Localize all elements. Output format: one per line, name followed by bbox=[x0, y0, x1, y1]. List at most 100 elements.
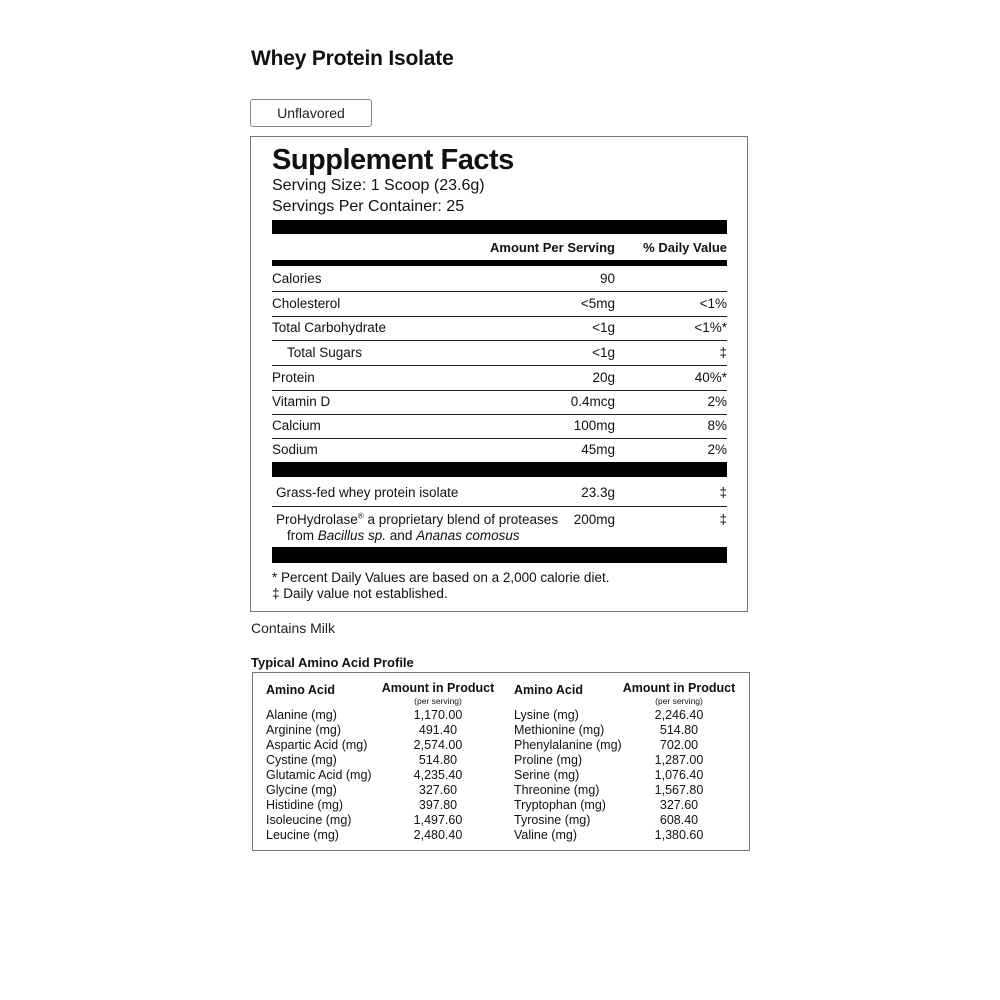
nutrient-daily-value: 2% bbox=[707, 394, 727, 409]
divider-bar bbox=[272, 462, 727, 477]
amount-in-product-header: Amount in Product bbox=[622, 681, 736, 695]
amino-value: 491.40 bbox=[418, 723, 458, 737]
servings-per-container: Servings Per Container: 25 bbox=[272, 198, 465, 215]
per-serving-subheader: (per serving) bbox=[655, 696, 703, 706]
nutrient-name: Total Sugars bbox=[287, 345, 363, 360]
amino-name: Valine (mg) bbox=[514, 828, 577, 842]
divider-bar bbox=[272, 220, 727, 234]
amount-per-serving-header: Amount Per Serving bbox=[490, 240, 615, 255]
amino-name: Proline (mg) bbox=[514, 753, 583, 767]
amino-value: 1,076.40 bbox=[654, 768, 704, 782]
nutrient-row: Protein 20g 40%* bbox=[272, 366, 727, 391]
divider-bar bbox=[272, 260, 727, 266]
nutrient-row: Calories 90 bbox=[272, 267, 727, 292]
nutrient-daily-value: <1% bbox=[699, 296, 727, 311]
amino-name: Cystine (mg) bbox=[266, 753, 337, 767]
supplement-facts-title: Supplement Facts bbox=[272, 144, 514, 176]
footnote-not-established: ‡ Daily value not established. bbox=[272, 586, 448, 601]
nutrient-amount: 100mg bbox=[573, 418, 615, 433]
amino-name: Alanine (mg) bbox=[266, 708, 337, 722]
amino-name: Arginine (mg) bbox=[266, 723, 342, 737]
row-divider bbox=[272, 506, 727, 507]
amino-value: 1,497.60 bbox=[413, 813, 463, 827]
amino-value: 608.40 bbox=[659, 813, 699, 827]
amino-name: Methionine (mg) bbox=[514, 723, 605, 737]
blend-amount: 200mg bbox=[573, 512, 615, 527]
nutrient-name: Calories bbox=[272, 271, 322, 286]
nutrient-name: Calcium bbox=[272, 418, 321, 433]
blend-sources: from Bacillus sp. and Ananas comosus bbox=[287, 528, 520, 543]
amino-acid-header: Amino Acid bbox=[266, 683, 335, 697]
nutrient-amount: 0.4mcg bbox=[570, 394, 615, 409]
nutrient-daily-value: 8% bbox=[707, 418, 727, 433]
amino-value: 702.00 bbox=[659, 738, 699, 752]
amino-name: Glycine (mg) bbox=[266, 783, 337, 797]
amount-in-product-header: Amount in Product bbox=[381, 681, 495, 695]
nutrient-name: Total Carbohydrate bbox=[272, 320, 387, 335]
nutrient-amount: <5mg bbox=[580, 296, 615, 311]
amino-value: 1,287.00 bbox=[654, 753, 704, 767]
blend-description: a proprietary blend of proteases bbox=[363, 512, 559, 527]
nutrient-row: Sodium 45mg 2% bbox=[272, 438, 727, 463]
blend-name: ProHydrolase® a proprietary blend of pro… bbox=[276, 512, 558, 527]
nutrient-amount: 45mg bbox=[581, 442, 615, 457]
blend-sources-prefix: from bbox=[287, 528, 318, 543]
amino-name: Aspartic Acid (mg) bbox=[266, 738, 368, 752]
amino-name: Phenylalanine (mg) bbox=[514, 738, 622, 752]
nutrient-amount: 90 bbox=[599, 271, 615, 286]
amino-value: 1,380.60 bbox=[654, 828, 704, 842]
amino-name: Tryptophan (mg) bbox=[514, 798, 606, 812]
nutrient-daily-value: 2% bbox=[707, 442, 727, 457]
amino-profile-title: Typical Amino Acid Profile bbox=[251, 655, 414, 670]
amino-name: Leucine (mg) bbox=[266, 828, 339, 842]
divider-bar bbox=[272, 547, 727, 563]
amino-value: 514.80 bbox=[418, 753, 458, 767]
amino-value: 514.80 bbox=[659, 723, 699, 737]
nutrient-daily-value: ‡ bbox=[719, 345, 727, 360]
amino-name: Serine (mg) bbox=[514, 768, 580, 782]
amino-name: Threonine (mg) bbox=[514, 783, 600, 797]
daily-value-header: % Daily Value bbox=[643, 240, 727, 255]
product-title: Whey Protein Isolate bbox=[251, 47, 454, 70]
nutrient-row: Total Sugars <1g ‡ bbox=[272, 341, 727, 366]
amino-acid-table: Amino Acid Amount in Product (per servin… bbox=[252, 672, 750, 851]
nutrient-daily-value: <1%* bbox=[694, 320, 727, 335]
nutrient-name: Cholesterol bbox=[272, 296, 341, 311]
amino-value: 397.80 bbox=[418, 798, 458, 812]
supplement-facts-panel: Supplement Facts Serving Size: 1 Scoop (… bbox=[250, 136, 748, 612]
amino-name: Histidine (mg) bbox=[266, 798, 344, 812]
blend-brand-name: ProHydrolase bbox=[276, 512, 358, 527]
flavor-option-button[interactable]: Unflavored bbox=[250, 99, 372, 127]
ingredient-name: Grass-fed whey protein isolate bbox=[276, 485, 459, 500]
nutrient-name: Protein bbox=[272, 370, 315, 385]
footnote-daily-values: * Percent Daily Values are based on a 2,… bbox=[272, 570, 610, 585]
amino-value: 4,235.40 bbox=[413, 768, 463, 782]
allergen-statement: Contains Milk bbox=[251, 620, 336, 636]
amino-value: 2,246.40 bbox=[654, 708, 704, 722]
amino-value: 327.60 bbox=[659, 798, 699, 812]
amino-value: 1,567.80 bbox=[654, 783, 704, 797]
nutrient-amount: <1g bbox=[592, 345, 615, 360]
serving-size: Serving Size: 1 Scoop (23.6g) bbox=[272, 177, 485, 194]
nutrient-row: Vitamin D 0.4mcg 2% bbox=[272, 390, 727, 415]
amino-value: 1,170.00 bbox=[413, 708, 463, 722]
amino-value: 327.60 bbox=[418, 783, 458, 797]
nutrient-row: Total Carbohydrate <1g <1%* bbox=[272, 316, 727, 341]
ingredient-daily-value: ‡ bbox=[719, 485, 727, 500]
blend-source-1: Bacillus sp. bbox=[317, 528, 387, 543]
nutrient-row: Cholesterol <5mg <1% bbox=[272, 292, 727, 317]
nutrient-daily-value: 40%* bbox=[694, 370, 727, 385]
nutrient-name: Sodium bbox=[272, 442, 318, 457]
blend-daily-value: ‡ bbox=[719, 512, 727, 527]
amino-value: 2,480.40 bbox=[413, 828, 463, 842]
amino-name: Isoleucine (mg) bbox=[266, 813, 352, 827]
amino-name: Glutamic Acid (mg) bbox=[266, 768, 372, 782]
nutrient-name: Vitamin D bbox=[272, 394, 331, 409]
nutrient-amount: 20g bbox=[592, 370, 615, 385]
amino-acid-header: Amino Acid bbox=[514, 683, 583, 697]
amino-value: 2,574.00 bbox=[413, 738, 463, 752]
amino-name: Lysine (mg) bbox=[514, 708, 579, 722]
per-serving-subheader: (per serving) bbox=[414, 696, 462, 706]
blend-source-2: Ananas comosus bbox=[416, 528, 520, 543]
blend-sources-joiner: and bbox=[386, 528, 417, 543]
